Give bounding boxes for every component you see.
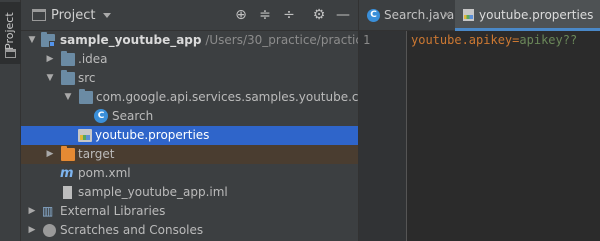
hide-icon[interactable]: — [335, 7, 351, 23]
tree-item-target[interactable]: ▶ target [21, 145, 358, 164]
chevron-right-icon[interactable]: ▶ [45, 50, 55, 69]
tree-item-src[interactable]: ▼ src [21, 69, 358, 88]
tree-item-label: Search [112, 109, 154, 123]
scratches-icon [43, 224, 56, 237]
project-panel-header: Project ⊕ ≑ ÷ ⚙ — [21, 0, 358, 31]
java-class-icon: C [94, 109, 108, 123]
editor-area: C Search.java ✕ youtube.properties 1 you… [358, 0, 600, 241]
tree-item-label: sample_youtube_app.iml [78, 185, 228, 199]
settings-icon[interactable]: ⚙ [311, 7, 327, 23]
locate-icon[interactable]: ⊕ [233, 7, 249, 23]
tree-item-label: target [78, 147, 115, 161]
folder-icon [61, 51, 75, 66]
tree-item-iml[interactable]: sample_youtube_app.iml [21, 183, 358, 202]
view-selector-dropdown-icon[interactable] [103, 13, 111, 18]
maven-icon: m [60, 166, 74, 181]
properties-file-icon [78, 129, 92, 142]
tree-item-path: /Users/30_practice/practic [205, 33, 358, 47]
module-folder-icon [41, 32, 55, 47]
editor-tab-bar: C Search.java ✕ youtube.properties [359, 0, 600, 31]
close-icon[interactable]: ✕ [443, 0, 451, 31]
chevron-right-icon[interactable]: ▶ [27, 202, 37, 221]
tree-item-project-root[interactable]: ▼ sample_youtube_app /Users/30_practice/… [21, 31, 358, 50]
collapse-all-icon[interactable]: ÷ [281, 7, 297, 23]
code-line[interactable]: youtube.apikey=apikey?? [411, 33, 577, 47]
chevron-right-icon[interactable]: ▶ [45, 145, 55, 164]
chevron-right-icon[interactable]: ▶ [27, 221, 37, 240]
tree-item-pom[interactable]: m pom.xml [21, 164, 358, 183]
tree-item-package[interactable]: ▼ com.google.api.services.samples.youtub… [21, 88, 358, 107]
project-window-icon [32, 9, 46, 21]
tab-search-java[interactable]: C Search.java ✕ [359, 0, 454, 31]
chevron-down-icon[interactable]: ▼ [63, 88, 73, 107]
properties-file-icon [463, 9, 474, 21]
chevron-down-icon[interactable]: ▼ [27, 31, 37, 50]
expand-all-icon[interactable]: ≑ [257, 7, 273, 23]
project-window-icon [5, 49, 16, 58]
package-icon [79, 89, 93, 104]
tree-item-label: sample_youtube_app [60, 33, 202, 47]
folder-icon [61, 70, 75, 85]
tree-item-label: .idea [78, 52, 108, 66]
tree-item-idea[interactable]: ▶ .idea [21, 50, 358, 69]
chevron-down-icon[interactable]: ▼ [45, 69, 55, 88]
left-tool-strip: Project [0, 0, 21, 241]
project-panel-title[interactable]: Project [51, 8, 95, 23]
tree-item-scratches[interactable]: ▶ Scratches and Consoles [21, 221, 358, 240]
tree-item-external-libraries[interactable]: ▶ ▥ External Libraries [21, 202, 358, 221]
line-number-gutter: 1 [359, 31, 407, 241]
tree-item-label: src [78, 71, 96, 85]
tree-item-youtube-properties[interactable]: youtube.properties [21, 126, 358, 145]
tree-item-label: com.google.api.services.samples.youtube.… [96, 90, 358, 104]
project-tool-tab[interactable]: Project [0, 2, 21, 64]
project-tool-tab-label: Project [3, 12, 16, 50]
property-value: apikey?? [519, 33, 578, 47]
excluded-folder-icon [61, 146, 75, 161]
iml-file-icon [63, 186, 72, 199]
property-key: youtube.apikey [411, 33, 513, 47]
project-panel: Project ⊕ ≑ ÷ ⚙ — ▼ sample_youtube_app /… [21, 0, 358, 241]
tree-item-label: youtube.properties [95, 128, 210, 142]
java-class-icon: C [367, 9, 380, 22]
tab-youtube-properties[interactable]: youtube.properties [455, 0, 600, 31]
line-number: 1 [363, 33, 371, 47]
tree-item-label: Scratches and Consoles [60, 223, 204, 237]
tree-item-label: External Libraries [60, 204, 166, 218]
tab-label: youtube.properties [479, 8, 594, 22]
tree-item-label: pom.xml [78, 166, 131, 180]
libraries-icon: ▥ [42, 204, 54, 218]
tree-item-search-class[interactable]: C Search [21, 107, 358, 126]
